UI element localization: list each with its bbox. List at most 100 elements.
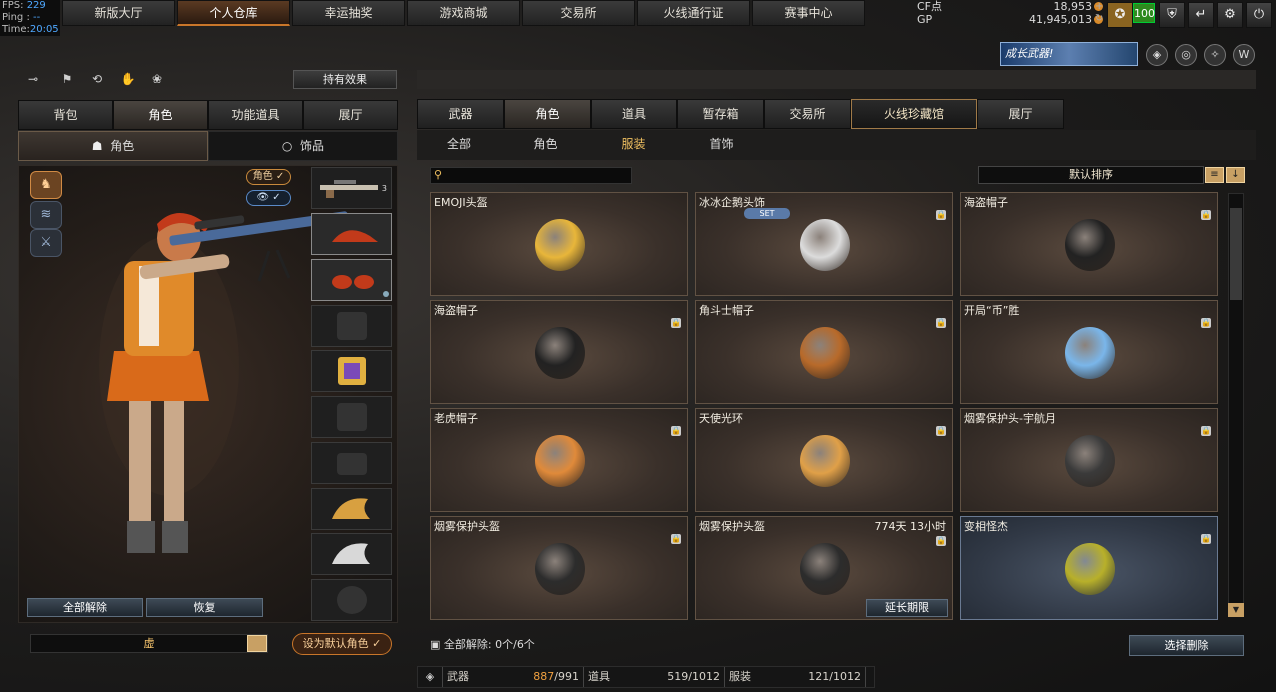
item-card[interactable]: 海盗帽子 🔒 — [960, 192, 1218, 296]
menu-icon[interactable]: ≡ — [1205, 167, 1224, 183]
item-card[interactable]: 烟雾保护头盔 774天 13小时 🔒 延长期限 — [695, 516, 953, 620]
tab-backpack[interactable]: 背包 — [18, 100, 113, 130]
list-icon[interactable] — [247, 635, 267, 652]
hold-effect-button[interactable]: 持有效果 — [293, 70, 397, 89]
key-icon[interactable]: ⊸ — [24, 72, 42, 88]
slot-goggles[interactable] — [311, 259, 392, 301]
slot-legs[interactable] — [311, 442, 392, 484]
wings-mode-icon[interactable]: ≋ — [30, 201, 62, 229]
role-toggle[interactable]: 角色 ✓ — [246, 169, 291, 185]
slot-extra[interactable] — [311, 579, 392, 621]
wing-badge-icon[interactable]: ✧ — [1204, 44, 1226, 66]
lock-icon[interactable]: 🔒 — [1201, 426, 1211, 436]
rtab-character[interactable]: 角色 — [504, 99, 591, 129]
lock-icon[interactable]: 🔒 — [1201, 534, 1211, 544]
slot-gold-pet[interactable] — [311, 488, 392, 530]
rotate-icon[interactable]: ⟲ — [88, 72, 106, 88]
rsubtab-clothing[interactable]: 服装 — [590, 130, 677, 160]
lock-icon[interactable]: 🔒 — [671, 534, 681, 544]
subtab-character[interactable]: ☗ 角色 — [18, 131, 208, 161]
scroll-thumb[interactable] — [1230, 208, 1242, 300]
tab-function-items[interactable]: 功能道具 — [208, 100, 303, 130]
lock-icon[interactable]: 🔒 — [936, 318, 946, 328]
item-card[interactable]: EMOJI头盔 — [430, 192, 688, 296]
set-default-character-button[interactable]: 设为默认角色 ✓ — [292, 633, 392, 655]
rank-emblem-icon[interactable]: ✪ — [1107, 2, 1133, 28]
restore-button[interactable]: 恢复 — [146, 598, 263, 617]
rtab-showroom[interactable]: 展厅 — [977, 99, 1064, 129]
item-card[interactable]: 烟雾保护头-宇航月 🔒 — [960, 408, 1218, 512]
cf-value: 18,953 — [1053, 0, 1093, 13]
item-card[interactable]: 角斗士帽子 🔒 — [695, 300, 953, 404]
item-name: 开局“币”胜 — [964, 304, 1020, 317]
scroll-down-icon[interactable]: ▼ — [1228, 603, 1244, 617]
lock-icon[interactable]: 🔒 — [936, 426, 946, 436]
item-card[interactable]: 烟雾保护头盔 🔒 — [430, 516, 688, 620]
rtab-storage[interactable]: 暂存箱 — [677, 99, 764, 129]
select-delete-button[interactable]: 选择删除 — [1129, 635, 1244, 656]
slot-weapon[interactable]: 3 — [311, 167, 392, 209]
search-input[interactable]: ⚲ — [430, 167, 632, 184]
target-badge-icon[interactable]: ◎ — [1175, 44, 1197, 66]
rsubtab-jewelry[interactable]: 首饰 — [677, 130, 766, 160]
extend-duration-button[interactable]: 延长期限 — [866, 599, 948, 617]
item-card[interactable]: 冰冰企鹅头饰 🔒 SET — [695, 192, 953, 296]
nav-tab-2[interactable]: 幸运抽奖 — [292, 0, 405, 26]
rtab-items[interactable]: 道具 — [591, 99, 677, 129]
item-card[interactable]: 天使光环 🔒 — [695, 408, 953, 512]
nav-tab-4[interactable]: 交易所 — [522, 0, 635, 26]
sort-dropdown[interactable]: 默认排序 — [978, 166, 1204, 184]
growth-weapon-banner[interactable]: 成长武器! — [1000, 42, 1138, 66]
blade-mode-icon[interactable]: ⚔ — [30, 229, 62, 257]
chevron-badge-icon[interactable]: W — [1233, 44, 1255, 66]
item-card[interactable]: 变相怪杰 🔒 — [960, 516, 1218, 620]
crest-badge-icon[interactable]: ◈ — [1146, 44, 1168, 66]
nav-tab-0[interactable]: 新版大厅 — [62, 0, 175, 26]
lock-icon[interactable]: 🔒 — [1201, 210, 1211, 220]
item-card[interactable]: 海盗帽子 🔒 — [430, 300, 688, 404]
layers-icon[interactable]: ◈ — [418, 667, 442, 687]
rsubtab-character[interactable]: 角色 — [501, 130, 590, 160]
outfit-mode-icon[interactable]: ♞ — [30, 171, 62, 199]
lock-icon[interactable]: 🔒 — [1201, 318, 1211, 328]
tab-character[interactable]: 角色 — [113, 100, 208, 130]
slot-body[interactable] — [311, 396, 392, 438]
gear-icon[interactable]: ⚙ — [1217, 2, 1243, 28]
slot-silver-pet[interactable] — [311, 533, 392, 575]
rtab-exchange[interactable]: 交易所 — [764, 99, 851, 129]
item-name: 天使光环 — [699, 412, 743, 425]
pet-icon[interactable]: ❀ — [148, 72, 166, 88]
refresh-icon[interactable]: ↻ — [1095, 14, 1105, 24]
lock-icon[interactable]: 🔒 — [671, 426, 681, 436]
item-card[interactable]: 老虎帽子 🔒 — [430, 408, 688, 512]
power-icon[interactable]: ⏻ — [1246, 2, 1272, 28]
lock-icon[interactable]: 🔒 — [936, 536, 946, 546]
nav-tab-1[interactable]: 个人仓库 — [177, 0, 290, 26]
nav-tab-6[interactable]: 赛事中心 — [752, 0, 865, 26]
nav-tab-5[interactable]: 火线通行证 — [637, 0, 750, 26]
top-nav: 新版大厅 个人仓库 幸运抽奖 游戏商城 交易所 火线通行证 赛事中心 — [62, 0, 867, 28]
character-name-input[interactable]: 虚 — [30, 634, 268, 653]
unlock-all-button[interactable]: 全部解除 — [27, 598, 143, 617]
rtab-collection[interactable]: 火线珍藏馆 — [851, 99, 977, 129]
lock-icon[interactable]: 🔒 — [936, 210, 946, 220]
tab-showroom[interactable]: 展厅 — [303, 100, 398, 130]
item-name: 烟雾保护头-宇航月 — [964, 412, 1056, 425]
sort-direction-icon[interactable]: ↓ — [1226, 167, 1245, 183]
slot-box[interactable] — [311, 350, 392, 392]
view-toggle[interactable]: 👁 ✓ — [246, 190, 291, 206]
return-icon[interactable]: ↵ — [1188, 2, 1214, 28]
subtab-accessory[interactable]: ○ 饰品 — [208, 131, 398, 161]
item-card[interactable]: 开局“币”胜 🔒 — [960, 300, 1218, 404]
slot-hat[interactable] — [311, 213, 392, 255]
rsubtab-all[interactable]: 全部 — [417, 130, 501, 160]
group-icon[interactable]: ⚑ — [58, 72, 76, 88]
slot-vest[interactable] — [311, 305, 392, 347]
lock-icon[interactable]: 🔒 — [671, 318, 681, 328]
add-icon[interactable]: + — [1095, 2, 1105, 12]
shield-icon[interactable]: ⛨ — [1159, 2, 1185, 28]
nav-tab-3[interactable]: 游戏商城 — [407, 0, 520, 26]
subtab-accessory-label: 饰品 — [300, 139, 325, 153]
pose-icon[interactable]: ✋ — [119, 72, 137, 88]
rtab-weapons[interactable]: 武器 — [417, 99, 504, 129]
